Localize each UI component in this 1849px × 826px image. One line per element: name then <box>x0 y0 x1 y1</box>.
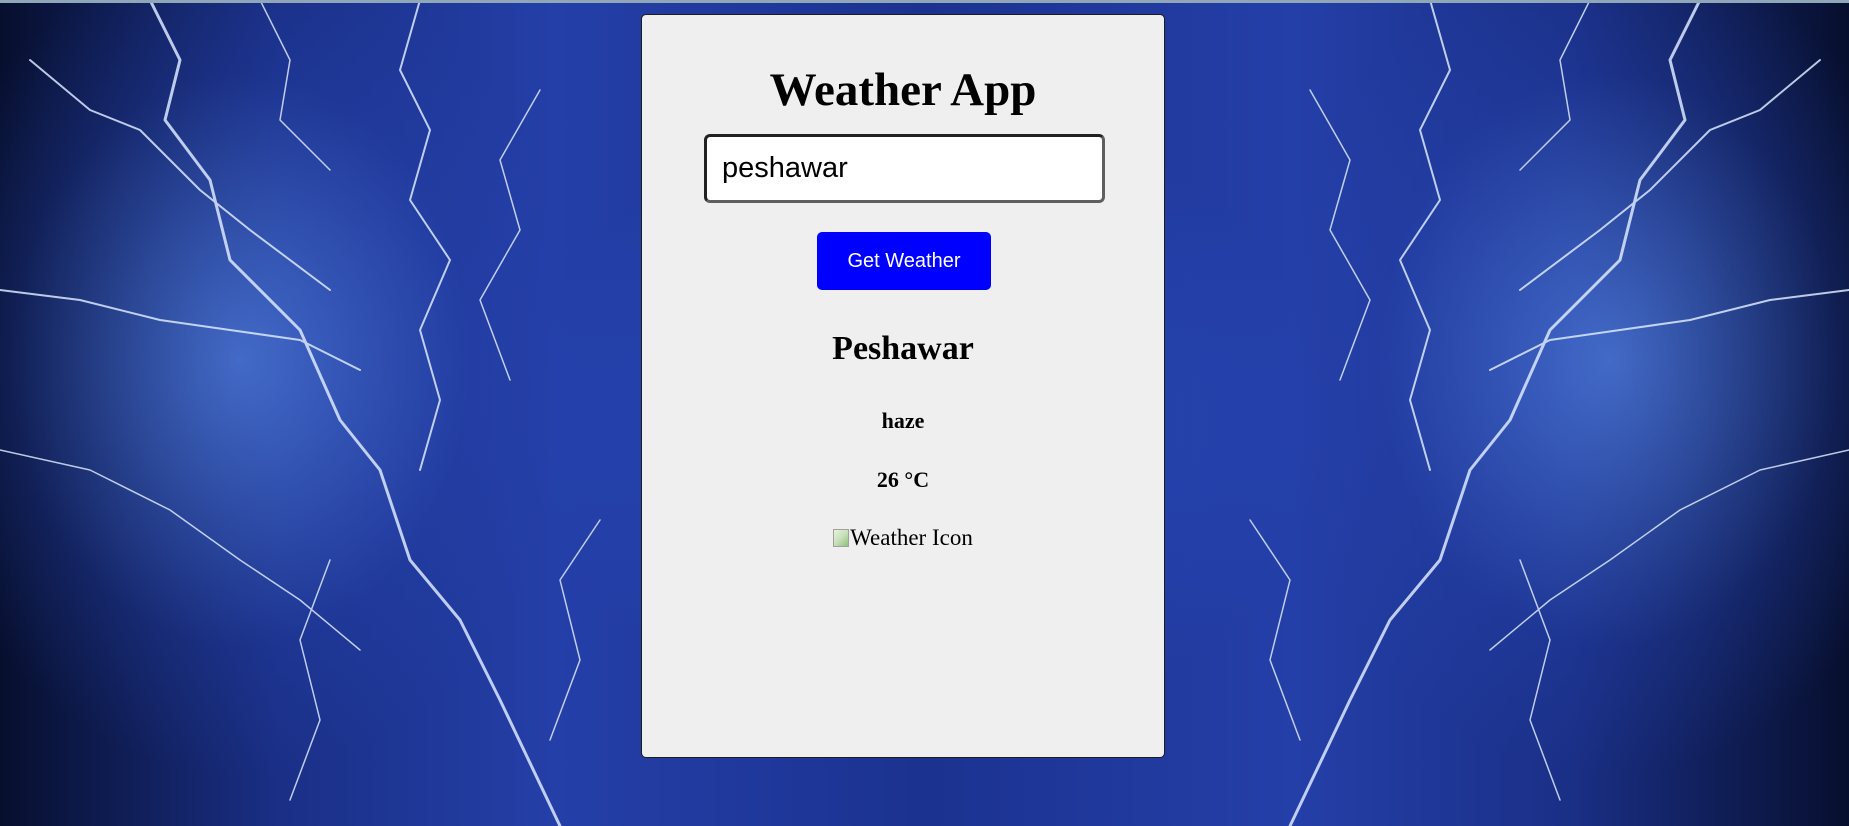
city-name: Peshawar <box>832 330 974 367</box>
broken-image-icon <box>833 529 850 547</box>
app-title: Weather App <box>769 64 1037 116</box>
weather-card: Weather App Get Weather Peshawar haze 26… <box>641 14 1165 758</box>
weather-icon-alt-text: Weather Icon <box>850 525 973 550</box>
weather-description: haze <box>881 408 925 433</box>
city-search-input[interactable] <box>704 134 1105 203</box>
get-weather-button[interactable]: Get Weather <box>817 232 991 290</box>
temperature-value: 26 °C <box>876 467 930 492</box>
top-strip <box>0 0 1849 3</box>
weather-icon: Weather Icon <box>642 525 1164 551</box>
